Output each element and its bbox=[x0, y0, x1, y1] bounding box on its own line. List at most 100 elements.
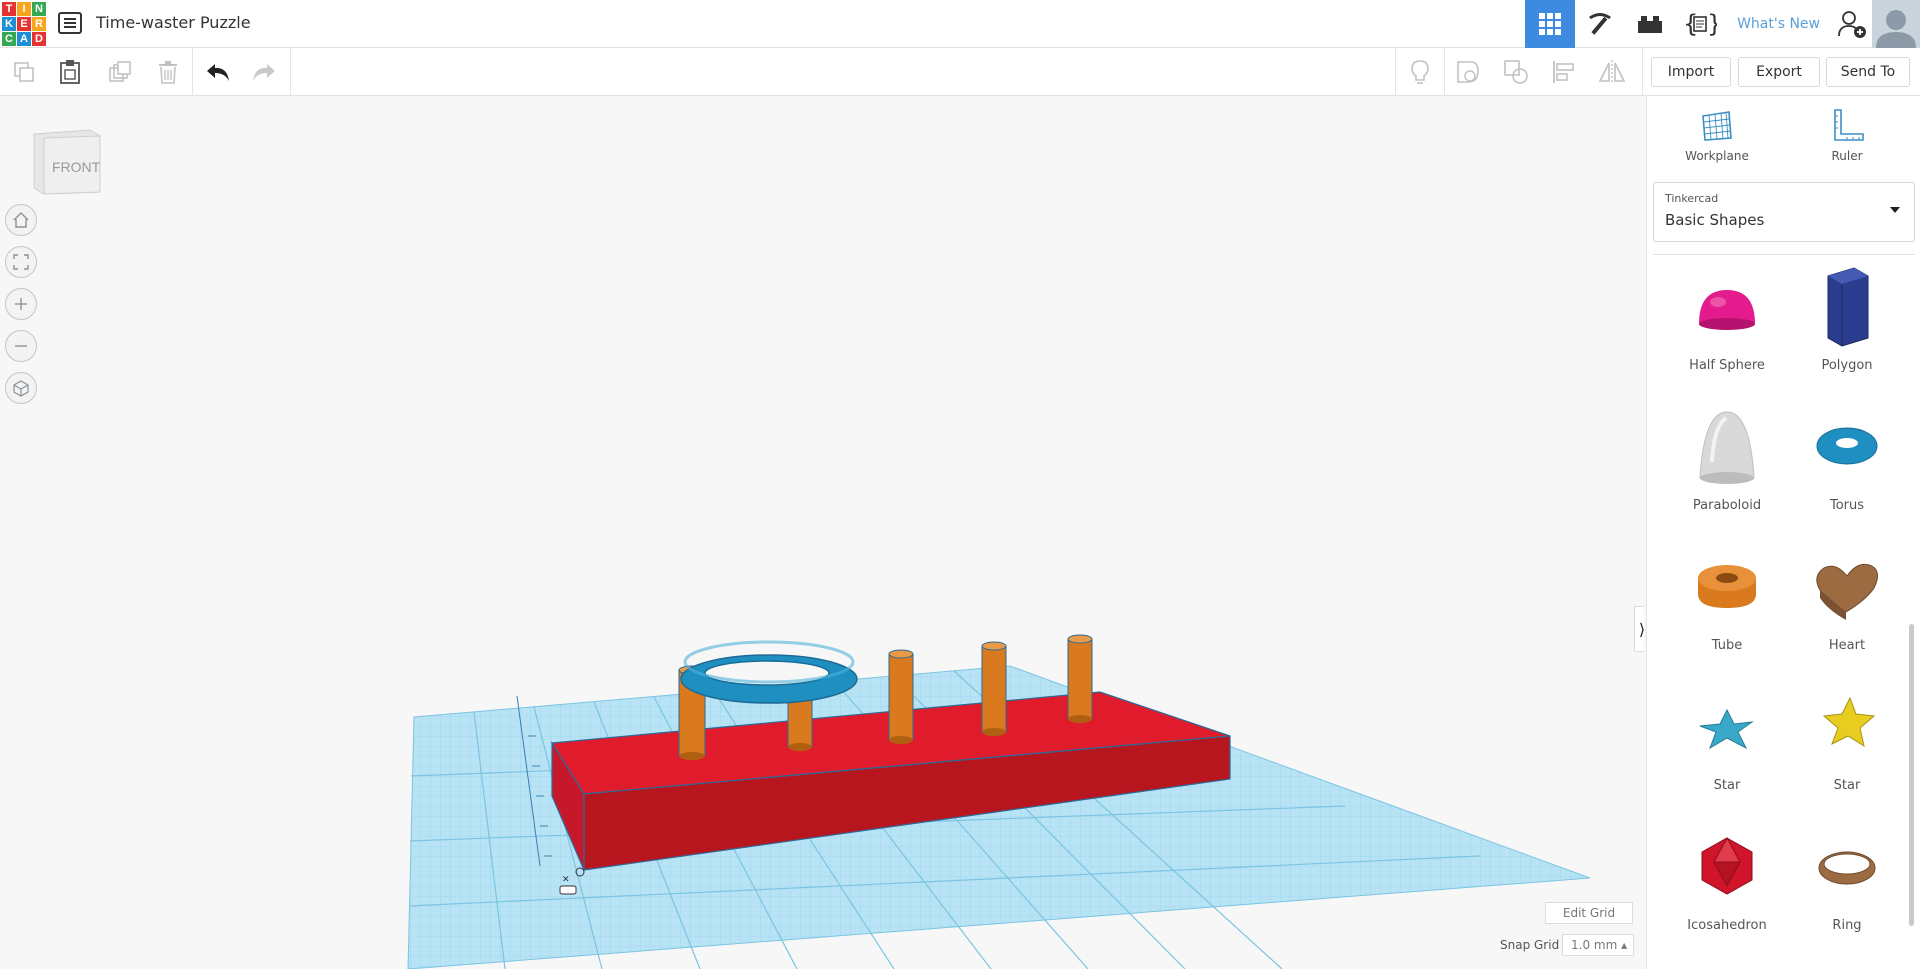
ungroup-button[interactable] bbox=[1502, 58, 1530, 86]
top-right-actions: {} What's New bbox=[1525, 0, 1920, 48]
star-icon bbox=[1699, 708, 1754, 750]
undo-button[interactable] bbox=[204, 58, 232, 86]
paraboloid-icon bbox=[1699, 411, 1755, 484]
send-to-button[interactable]: Send To bbox=[1826, 57, 1910, 87]
icosahedron-icon bbox=[1701, 836, 1753, 895]
shape-paraboloid[interactable]: Paraboloid bbox=[1667, 402, 1787, 530]
group-icon bbox=[1457, 61, 1479, 83]
logo-letter: A bbox=[17, 32, 31, 46]
clipboard-icon bbox=[60, 60, 80, 84]
trash-icon bbox=[159, 61, 177, 84]
duplicate-button[interactable] bbox=[106, 58, 134, 86]
ruler-icon bbox=[1834, 109, 1864, 141]
panel-scrollbar[interactable] bbox=[1909, 624, 1914, 926]
workplane-icon bbox=[1702, 111, 1732, 141]
home-view-button[interactable] bbox=[5, 204, 37, 236]
delete-button[interactable] bbox=[154, 58, 182, 86]
design-title[interactable]: Time-waster Puzzle bbox=[96, 13, 251, 32]
snap-grid-label: Snap Grid bbox=[1500, 938, 1560, 952]
top-bar: T I N K E R C A D Time-waster Puzzle {} … bbox=[0, 0, 1920, 48]
3d-design-view-button[interactable] bbox=[1525, 0, 1576, 48]
plus-icon bbox=[15, 298, 27, 310]
tinkercad-logo[interactable]: T I N K E R C A D bbox=[0, 0, 46, 46]
shape-heart[interactable]: Heart bbox=[1787, 542, 1907, 670]
toolbar-separator bbox=[1642, 48, 1643, 96]
half-sphere-icon bbox=[1699, 290, 1755, 330]
minus-icon bbox=[15, 345, 27, 347]
svg-text:{: { bbox=[1683, 10, 1698, 38]
invite-user-button[interactable] bbox=[1832, 0, 1872, 48]
paste-button[interactable] bbox=[56, 58, 84, 86]
svg-text:✕: ✕ bbox=[562, 875, 570, 885]
codeblocks-view-button[interactable]: {} bbox=[1675, 0, 1725, 48]
bricks-view-button[interactable] bbox=[1625, 0, 1675, 48]
copy-icon bbox=[14, 62, 34, 82]
align-icon bbox=[1553, 61, 1574, 83]
edit-grid-button[interactable]: Edit Grid bbox=[1545, 902, 1633, 924]
library-category: Tinkercad bbox=[1665, 192, 1719, 205]
shape-ring[interactable]: Ring bbox=[1787, 822, 1907, 950]
caret-down-icon bbox=[1890, 207, 1900, 213]
peg[interactable] bbox=[888, 649, 914, 744]
peg[interactable] bbox=[981, 641, 1007, 736]
3d-workspace[interactable]: ✕ FRONT Edit Grid Snap Grid 1.0 mm ▴ ⟩ bbox=[0, 96, 1644, 969]
whats-new-link[interactable]: What's New bbox=[1725, 0, 1832, 48]
logo-letter: I bbox=[17, 2, 31, 16]
shape-polygon[interactable]: Polygon bbox=[1787, 262, 1907, 390]
shape-torus[interactable]: Torus bbox=[1787, 402, 1907, 530]
user-avatar[interactable] bbox=[1872, 0, 1920, 48]
avatar-silhouette-icon bbox=[1876, 10, 1916, 48]
logo-letter: K bbox=[2, 17, 16, 31]
group-button[interactable] bbox=[1454, 58, 1482, 86]
workplane-tool[interactable]: Workplane bbox=[1667, 108, 1767, 163]
perspective-button[interactable] bbox=[5, 372, 37, 404]
undo-icon bbox=[207, 64, 229, 81]
chevron-right-icon: ⟩ bbox=[1639, 620, 1644, 639]
shape-star-blue[interactable]: Star bbox=[1667, 682, 1787, 810]
notes-button[interactable] bbox=[1406, 58, 1434, 86]
code-braces-icon: {} bbox=[1683, 10, 1717, 38]
zoom-out-button[interactable] bbox=[5, 330, 37, 362]
zoom-in-button[interactable] bbox=[5, 288, 37, 320]
logo-letter: D bbox=[32, 32, 46, 46]
polygon-icon bbox=[1827, 267, 1869, 347]
shape-tube[interactable]: Tube bbox=[1667, 542, 1787, 670]
duplicate-icon bbox=[109, 61, 131, 82]
shape-label: Polygon bbox=[1821, 358, 1873, 373]
lightbulb-icon bbox=[1411, 60, 1429, 84]
fit-view-button[interactable] bbox=[5, 246, 37, 278]
shape-library-select[interactable]: Tinkercad Basic Shapes bbox=[1653, 182, 1915, 242]
workplane-label: Workplane bbox=[1685, 149, 1749, 163]
shape-half-sphere[interactable]: Half Sphere bbox=[1667, 262, 1787, 390]
brick-icon bbox=[1638, 16, 1663, 33]
shape-star-yellow[interactable]: Star bbox=[1787, 682, 1907, 810]
tube-icon bbox=[1698, 565, 1756, 608]
shape-label: Paraboloid bbox=[1692, 498, 1762, 513]
torus-ring[interactable] bbox=[680, 640, 858, 704]
import-button[interactable]: Import bbox=[1651, 57, 1731, 87]
shape-label: Tube bbox=[1711, 638, 1743, 653]
blocks-view-button[interactable] bbox=[1575, 0, 1625, 48]
redo-icon bbox=[253, 64, 275, 81]
shapes-panel: Workplane Ruler Tinkercad Basic Shapes H… bbox=[1646, 96, 1920, 969]
copy-button[interactable] bbox=[10, 58, 38, 86]
view-cube[interactable]: FRONT bbox=[30, 128, 102, 196]
view-cube-face: FRONT bbox=[52, 159, 101, 175]
shape-label: Star bbox=[1713, 778, 1741, 793]
redo-button[interactable] bbox=[250, 58, 278, 86]
torus-icon bbox=[1816, 427, 1878, 465]
export-button[interactable]: Export bbox=[1738, 57, 1820, 87]
pickaxe-icon bbox=[1589, 13, 1612, 35]
ruler-tool[interactable]: Ruler bbox=[1797, 108, 1897, 163]
mirror-button[interactable] bbox=[1598, 58, 1626, 86]
design-list-icon[interactable] bbox=[58, 12, 82, 34]
ruler-label: Ruler bbox=[1831, 149, 1863, 163]
peg[interactable] bbox=[1067, 634, 1093, 723]
align-button[interactable] bbox=[1550, 58, 1578, 86]
workplane-scene: ✕ bbox=[407, 634, 1591, 969]
heart-icon bbox=[1816, 563, 1878, 620]
shape-icosahedron[interactable]: Icosahedron bbox=[1667, 822, 1787, 950]
collapse-panel-button[interactable]: ⟩ bbox=[1634, 606, 1644, 652]
svg-text:}: } bbox=[1707, 10, 1717, 38]
snap-grid-select[interactable]: 1.0 mm ▴ bbox=[1562, 934, 1634, 956]
